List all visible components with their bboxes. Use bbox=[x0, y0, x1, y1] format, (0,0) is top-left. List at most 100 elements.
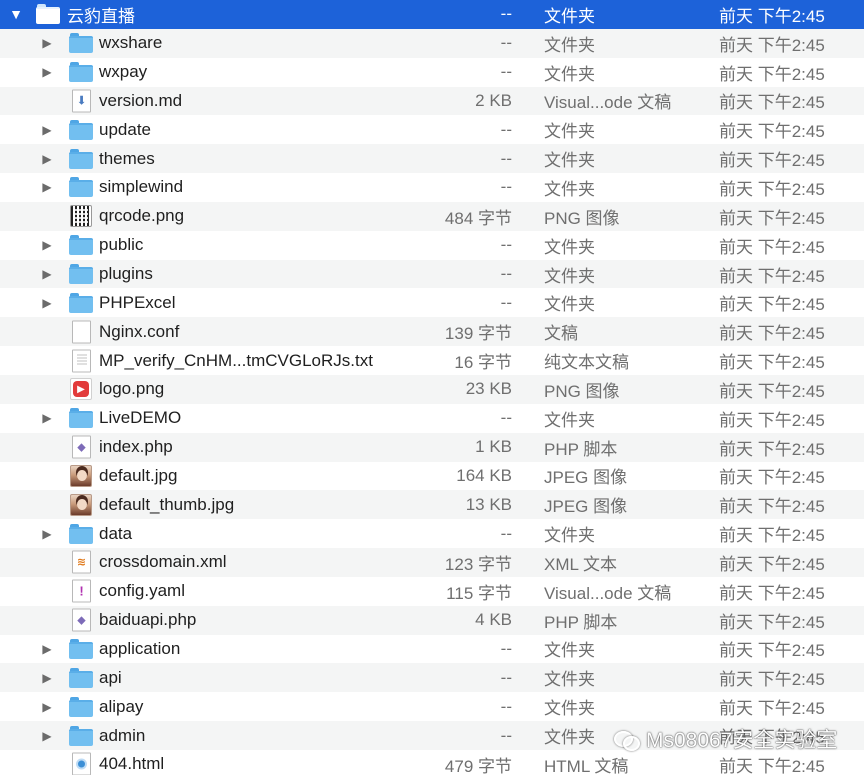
item-name: update bbox=[99, 119, 151, 139]
item-name: wxpay bbox=[99, 62, 148, 82]
item-kind: JPEG 图像 bbox=[544, 497, 628, 517]
item-date: 前天 下午2:45 bbox=[719, 554, 825, 574]
item-date: 前天 下午2:45 bbox=[719, 151, 825, 171]
disclosure-closed-icon[interactable]: ▶ bbox=[37, 721, 57, 750]
item-name: index.php bbox=[99, 437, 173, 457]
item-name: plugins bbox=[99, 264, 153, 284]
disclosure-closed-icon[interactable]: ▶ bbox=[37, 519, 57, 548]
disclosure-closed-icon[interactable]: ▶ bbox=[37, 29, 57, 58]
item-name: default.jpg bbox=[99, 465, 178, 485]
item-name: wxshare bbox=[99, 33, 163, 53]
folder-icon bbox=[69, 523, 93, 544]
folder-row[interactable]: ▶ simplewind -- 文件夹 前天 下午2:45 bbox=[0, 173, 864, 202]
folder-row[interactable]: ▶ LiveDEMO -- 文件夹 前天 下午2:45 bbox=[0, 404, 864, 433]
root-folder-row[interactable]: ▼ 云豹直播 -- 文件夹 前天 下午2:45 bbox=[0, 0, 864, 29]
file-row[interactable]: qrcode.png 484 字节 PNG 图像 前天 下午2:45 bbox=[0, 201, 864, 231]
file-row[interactable]: ◆ index.php 1 KB PHP 脚本 前天 下午2:45 bbox=[0, 432, 864, 462]
item-kind: 文件夹 bbox=[544, 670, 595, 690]
item-size: 16 字节 bbox=[454, 353, 512, 373]
item-kind: 文件夹 bbox=[544, 122, 595, 142]
item-size: -- bbox=[500, 148, 512, 168]
item-size: -- bbox=[500, 523, 512, 543]
item-date: 前天 下午2:45 bbox=[719, 35, 825, 55]
item-date: 前天 下午2:45 bbox=[719, 439, 825, 459]
item-size: 484 字节 bbox=[444, 208, 512, 228]
folder-icon bbox=[36, 4, 60, 25]
item-name: config.yaml bbox=[99, 581, 185, 601]
item-name: crossdomain.xml bbox=[99, 552, 227, 572]
item-name: LiveDEMO bbox=[99, 408, 182, 428]
root-folder-size: -- bbox=[500, 4, 512, 24]
file-row[interactable]: ⬇ version.md 2 KB Visual...ode 文稿 前天 下午2:45 bbox=[0, 86, 864, 116]
disclosure-closed-icon[interactable]: ▶ bbox=[37, 144, 57, 173]
item-date: 前天 下午2:45 bbox=[719, 526, 825, 546]
folder-icon bbox=[69, 292, 93, 313]
item-size: 4 KB bbox=[475, 610, 512, 630]
disclosure-closed-icon[interactable]: ▶ bbox=[37, 288, 57, 317]
item-date: 前天 下午2:45 bbox=[719, 64, 825, 84]
folder-icon bbox=[69, 667, 93, 688]
item-date: 前天 下午2:45 bbox=[719, 353, 825, 373]
folder-row[interactable]: ▶ public -- 文件夹 前天 下午2:45 bbox=[0, 231, 864, 260]
folder-row[interactable]: ▶ PHPExcel -- 文件夹 前天 下午2:45 bbox=[0, 288, 864, 317]
item-size: 123 字节 bbox=[444, 554, 512, 574]
disclosure-closed-icon[interactable]: ▶ bbox=[37, 404, 57, 433]
item-size: 1 KB bbox=[475, 437, 512, 457]
disclosure-closed-icon[interactable]: ▶ bbox=[37, 663, 57, 692]
item-kind: XML 文本 bbox=[544, 554, 618, 574]
folder-row[interactable]: ▶ alipay -- 文件夹 前天 下午2:45 bbox=[0, 692, 864, 721]
item-name: alipay bbox=[99, 696, 144, 716]
item-date: 前天 下午2:45 bbox=[719, 699, 825, 719]
folder-row[interactable]: ▶ themes -- 文件夹 前天 下午2:45 bbox=[0, 144, 864, 174]
item-kind: 文件夹 bbox=[544, 410, 595, 430]
file-row[interactable]: default.jpg 164 KB JPEG 图像 前天 下午2:45 bbox=[0, 462, 864, 491]
item-kind: 文件夹 bbox=[544, 728, 595, 748]
root-folder-date: 前天 下午2:45 bbox=[719, 6, 825, 26]
disclosure-open-icon[interactable]: ▼ bbox=[6, 0, 26, 29]
disclosure-closed-icon[interactable]: ▶ bbox=[37, 231, 57, 260]
folder-icon bbox=[69, 62, 93, 83]
folder-icon bbox=[69, 235, 93, 256]
disclosure-closed-icon[interactable]: ▶ bbox=[37, 692, 57, 721]
folder-row[interactable]: ▶ api -- 文件夹 前天 下午2:45 bbox=[0, 663, 864, 693]
folder-icon bbox=[69, 696, 93, 717]
item-kind: 文稿 bbox=[544, 324, 578, 344]
folder-row[interactable]: ▶ application -- 文件夹 前天 下午2:45 bbox=[0, 635, 864, 664]
folder-row[interactable]: ▶ wxpay -- 文件夹 前天 下午2:45 bbox=[0, 58, 864, 87]
disclosure-closed-icon[interactable]: ▶ bbox=[37, 115, 57, 144]
item-date: 前天 下午2:45 bbox=[719, 641, 825, 661]
file-row[interactable]: ▶ logo.png 23 KB PNG 图像 前天 下午2:45 bbox=[0, 374, 864, 404]
folder-row[interactable]: ▶ plugins -- 文件夹 前天 下午2:45 bbox=[0, 259, 864, 289]
item-date: 前天 下午2:45 bbox=[719, 612, 825, 632]
file-row[interactable]: ≋ crossdomain.xml 123 字节 XML 文本 前天 下午2:45 bbox=[0, 548, 864, 577]
item-kind: 文件夹 bbox=[544, 179, 595, 199]
item-kind: PHP 脚本 bbox=[544, 439, 618, 459]
disclosure-closed-icon[interactable]: ▶ bbox=[37, 635, 57, 664]
item-size: -- bbox=[500, 408, 512, 428]
item-size: -- bbox=[500, 667, 512, 687]
disclosure-closed-icon[interactable]: ▶ bbox=[37, 58, 57, 87]
php-file-icon: ◆ bbox=[72, 608, 91, 632]
disclosure-closed-icon[interactable]: ▶ bbox=[37, 173, 57, 202]
file-row[interactable]: ◆ baiduapi.php 4 KB PHP 脚本 前天 下午2:45 bbox=[0, 605, 864, 635]
item-kind: 纯文本文稿 bbox=[544, 353, 629, 373]
item-size: -- bbox=[500, 62, 512, 82]
item-kind: Visual...ode 文稿 bbox=[544, 583, 672, 603]
item-size: 164 KB bbox=[456, 465, 512, 485]
file-row[interactable]: MP_verify_CnHM...tmCVGLoRJs.txt 16 字节 纯文本文… bbox=[0, 346, 864, 375]
item-kind: 文件夹 bbox=[544, 526, 595, 546]
blank-document-icon bbox=[72, 320, 91, 344]
logo-image-icon: ▶ bbox=[70, 378, 92, 401]
file-row[interactable]: ! config.yaml 115 字节 Visual...ode 文稿 前天 下午2:… bbox=[0, 577, 864, 606]
disclosure-closed-icon[interactable]: ▶ bbox=[37, 260, 57, 289]
folder-row[interactable]: ▶ data -- 文件夹 前天 下午2:45 bbox=[0, 519, 864, 548]
item-name: PHPExcel bbox=[99, 292, 176, 312]
folder-row[interactable]: ▶ update -- 文件夹 前天 下午2:45 bbox=[0, 115, 864, 144]
item-name: MP_verify_CnHM...tmCVGLoRJs.txt bbox=[99, 350, 373, 370]
file-row[interactable]: Nginx.conf 139 字节 文稿 前天 下午2:45 bbox=[0, 317, 864, 347]
item-size: -- bbox=[500, 177, 512, 197]
folder-row[interactable]: ▶ wxshare -- 文件夹 前天 下午2:45 bbox=[0, 28, 864, 58]
file-row[interactable]: default_thumb.jpg 13 KB JPEG 图像 前天 下午2:45 bbox=[0, 490, 864, 520]
item-kind: 文件夹 bbox=[544, 35, 595, 55]
folder-icon bbox=[69, 33, 93, 54]
